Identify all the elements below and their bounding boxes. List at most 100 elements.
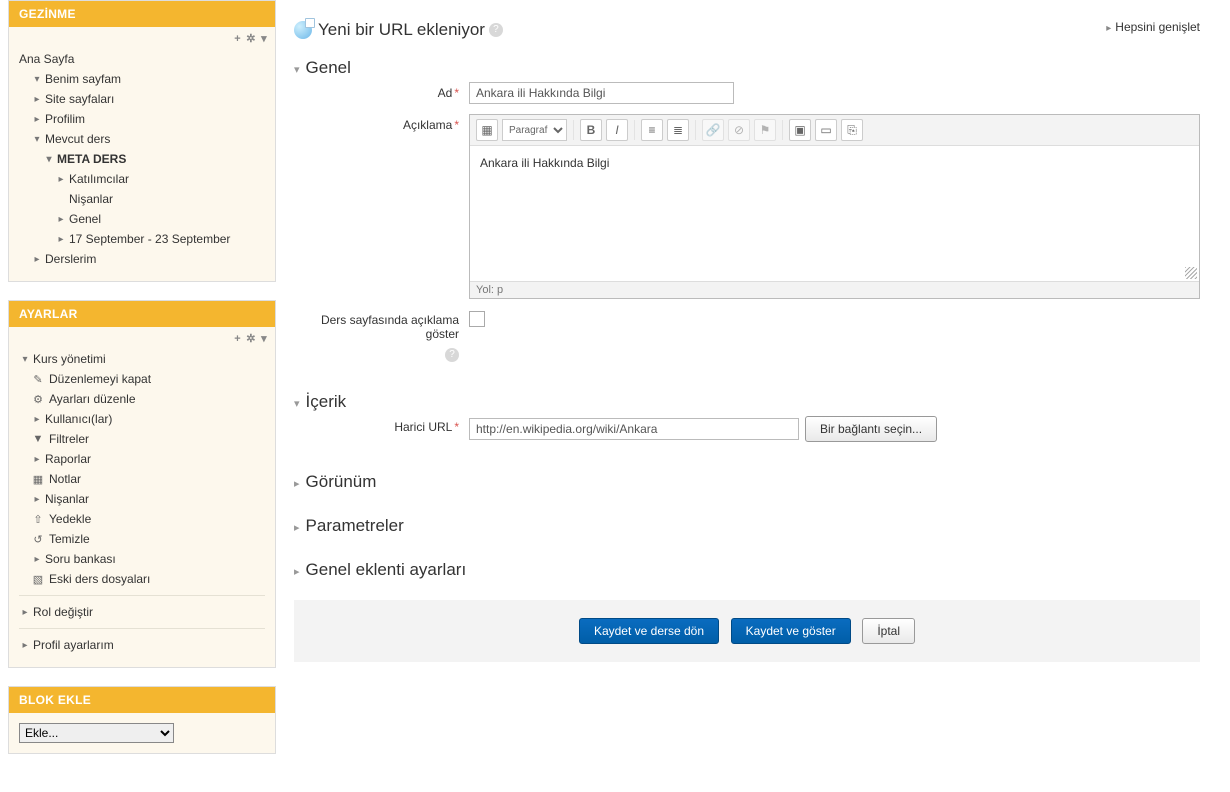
chevron-right-icon[interactable]: ▸: [31, 94, 43, 105]
section-general-toggle[interactable]: Genel: [294, 54, 1200, 82]
gear-icon[interactable]: ✲: [246, 333, 256, 345]
save-return-button[interactable]: Kaydet ve derse dön: [579, 618, 719, 644]
chevron-right-icon[interactable]: ▸: [31, 114, 43, 125]
addblock-select[interactable]: Ekle...: [19, 723, 174, 743]
nav-item[interactable]: ▾Mevcut ders: [19, 129, 265, 149]
section-content-toggle[interactable]: İçerik: [294, 388, 1200, 416]
gear-icon: ⚙: [31, 393, 45, 406]
nav-item[interactable]: ▾Benim sayfam: [19, 69, 265, 89]
nav-item[interactable]: Nişanlar: [19, 189, 265, 209]
name-input[interactable]: [469, 82, 734, 104]
choose-link-button[interactable]: Bir bağlantı seçin...: [805, 416, 937, 442]
settings-item[interactable]: ▦Notlar: [19, 469, 265, 489]
navigation-block-title: GEZİNME: [19, 7, 76, 21]
chevron-right-icon[interactable]: ▸: [31, 254, 43, 265]
format-select[interactable]: Paragraf: [502, 119, 567, 141]
settings-item[interactable]: ▧Eski ders dosyaları: [19, 569, 265, 589]
navigation-block: GEZİNME + ✲ ▾ Ana Sayfa ▾Benim sayfam ▸S…: [8, 0, 276, 282]
settings-item[interactable]: ▸Nişanlar: [19, 489, 265, 509]
chevron-right-icon[interactable]: ▸: [19, 607, 31, 618]
nav-item[interactable]: ▸Derslerim: [19, 249, 265, 269]
chevron-down-icon[interactable]: ▾: [19, 354, 31, 365]
required-marker: *: [454, 420, 459, 434]
manage-files-icon[interactable]: ⎘: [841, 119, 863, 141]
media-icon[interactable]: ▭: [815, 119, 837, 141]
chevron-right-icon[interactable]: ▸: [31, 554, 43, 565]
bold-icon[interactable]: B: [580, 119, 602, 141]
editor-content[interactable]: Ankara ili Hakkında Bilgi: [470, 146, 1199, 281]
chevron-down-icon[interactable]: ▾: [31, 74, 43, 85]
chevron-right-icon[interactable]: ▸: [19, 640, 31, 651]
required-marker: *: [454, 118, 459, 132]
nav-item[interactable]: ▸Genel: [19, 209, 265, 229]
nav-item[interactable]: ▸Katılımcılar: [19, 169, 265, 189]
bullet-list-icon[interactable]: ≡: [641, 119, 663, 141]
page-title: Yeni bir URL ekleniyor ?: [294, 20, 1106, 40]
main-content: Hepsini genişlet Yeni bir URL ekleniyor …: [294, 0, 1230, 772]
row-showdesc: Ders sayfasında açıklama göster ?: [294, 309, 1200, 362]
row-name: Ad*: [294, 82, 1200, 104]
settings-item[interactable]: ▼Filtreler: [19, 429, 265, 449]
editor-path: Yol: p: [470, 281, 1199, 298]
section-appearance-toggle[interactable]: Görünüm: [294, 468, 1200, 496]
collapse-icon[interactable]: ▾: [261, 333, 267, 345]
chevron-right-icon[interactable]: ▸: [31, 494, 43, 505]
add-icon[interactable]: +: [234, 33, 241, 45]
nav-item[interactable]: ▸Profilim: [19, 109, 265, 129]
settings-item[interactable]: ⇧Yedekle: [19, 509, 265, 529]
action-bar: Kaydet ve derse dön Kaydet ve göster İpt…: [294, 600, 1200, 662]
label-description: Açıklama*: [294, 114, 469, 132]
label-url: Harici URL*: [294, 416, 469, 434]
nav-course[interactable]: ▾META DERS: [19, 149, 265, 169]
settings-block-title: AYARLAR: [19, 307, 78, 321]
gear-icon[interactable]: ✲: [246, 33, 256, 45]
label-showdesc: Ders sayfasında açıklama göster ?: [294, 309, 469, 362]
filter-icon: ▼: [31, 433, 45, 445]
showdesc-checkbox[interactable]: [469, 311, 485, 327]
upload-icon: ⇧: [31, 513, 45, 526]
chevron-down-icon[interactable]: ▾: [43, 154, 55, 165]
image-icon[interactable]: ▣: [789, 119, 811, 141]
settings-item[interactable]: ▸Raporlar: [19, 449, 265, 469]
unlink-icon: ⊘: [728, 119, 750, 141]
nav-home[interactable]: Ana Sayfa: [19, 49, 265, 69]
rich-text-editor: ▦ Paragraf B I ≡ ≣ 🔗 ⊘ ⚑: [469, 114, 1200, 299]
external-url-input[interactable]: [469, 418, 799, 440]
collapse-icon[interactable]: ▾: [261, 33, 267, 45]
number-list-icon[interactable]: ≣: [667, 119, 689, 141]
chevron-right-icon[interactable]: ▸: [31, 414, 43, 425]
add-icon[interactable]: +: [234, 333, 241, 345]
navigation-block-header: GEZİNME + ✲ ▾: [9, 1, 275, 27]
settings-item[interactable]: ▸Soru bankası: [19, 549, 265, 569]
section-parameters-toggle[interactable]: Parametreler: [294, 512, 1200, 540]
settings-item[interactable]: ⚙Ayarları düzenle: [19, 389, 265, 409]
italic-icon[interactable]: I: [606, 119, 628, 141]
cancel-button[interactable]: İptal: [862, 618, 915, 644]
settings-item[interactable]: ▸Rol değiştir: [19, 602, 265, 622]
grid-icon: ▦: [31, 473, 45, 486]
editor-toolbar: ▦ Paragraf B I ≡ ≣ 🔗 ⊘ ⚑: [470, 115, 1199, 146]
row-description: Açıklama* ▦ Paragraf B I ≡ ≣: [294, 114, 1200, 299]
settings-root[interactable]: ▾Kurs yönetimi: [19, 349, 265, 369]
section-parameters: Parametreler: [294, 512, 1200, 540]
settings-item[interactable]: ✎Düzenlemeyi kapat: [19, 369, 265, 389]
chevron-right-icon[interactable]: ▸: [55, 214, 67, 225]
section-content: İçerik Harici URL* Bir bağlantı seçin...: [294, 388, 1200, 452]
nav-item[interactable]: ▸Site sayfaları: [19, 89, 265, 109]
expand-all-link[interactable]: Hepsini genişlet: [1106, 20, 1200, 34]
chevron-right-icon[interactable]: ▸: [55, 234, 67, 245]
settings-item[interactable]: ↺Temizle: [19, 529, 265, 549]
toolbar-expand-icon[interactable]: ▦: [476, 119, 498, 141]
chevron-right-icon[interactable]: ▸: [31, 454, 43, 465]
settings-item[interactable]: ▸Profil ayarlarım: [19, 635, 265, 655]
nav-item[interactable]: ▸17 September - 23 September: [19, 229, 265, 249]
section-common-toggle[interactable]: Genel eklenti ayarları: [294, 556, 1200, 584]
help-icon[interactable]: ?: [445, 348, 459, 362]
save-display-button[interactable]: Kaydet ve göster: [731, 618, 851, 644]
help-icon[interactable]: ?: [489, 23, 503, 37]
chevron-down-icon[interactable]: ▾: [31, 134, 43, 145]
chevron-right-icon[interactable]: ▸: [55, 174, 67, 185]
block-controls: + ✲ ▾: [232, 32, 267, 45]
settings-item[interactable]: ▸Kullanıcı(lar): [19, 409, 265, 429]
resize-handle-icon[interactable]: [1185, 267, 1197, 279]
